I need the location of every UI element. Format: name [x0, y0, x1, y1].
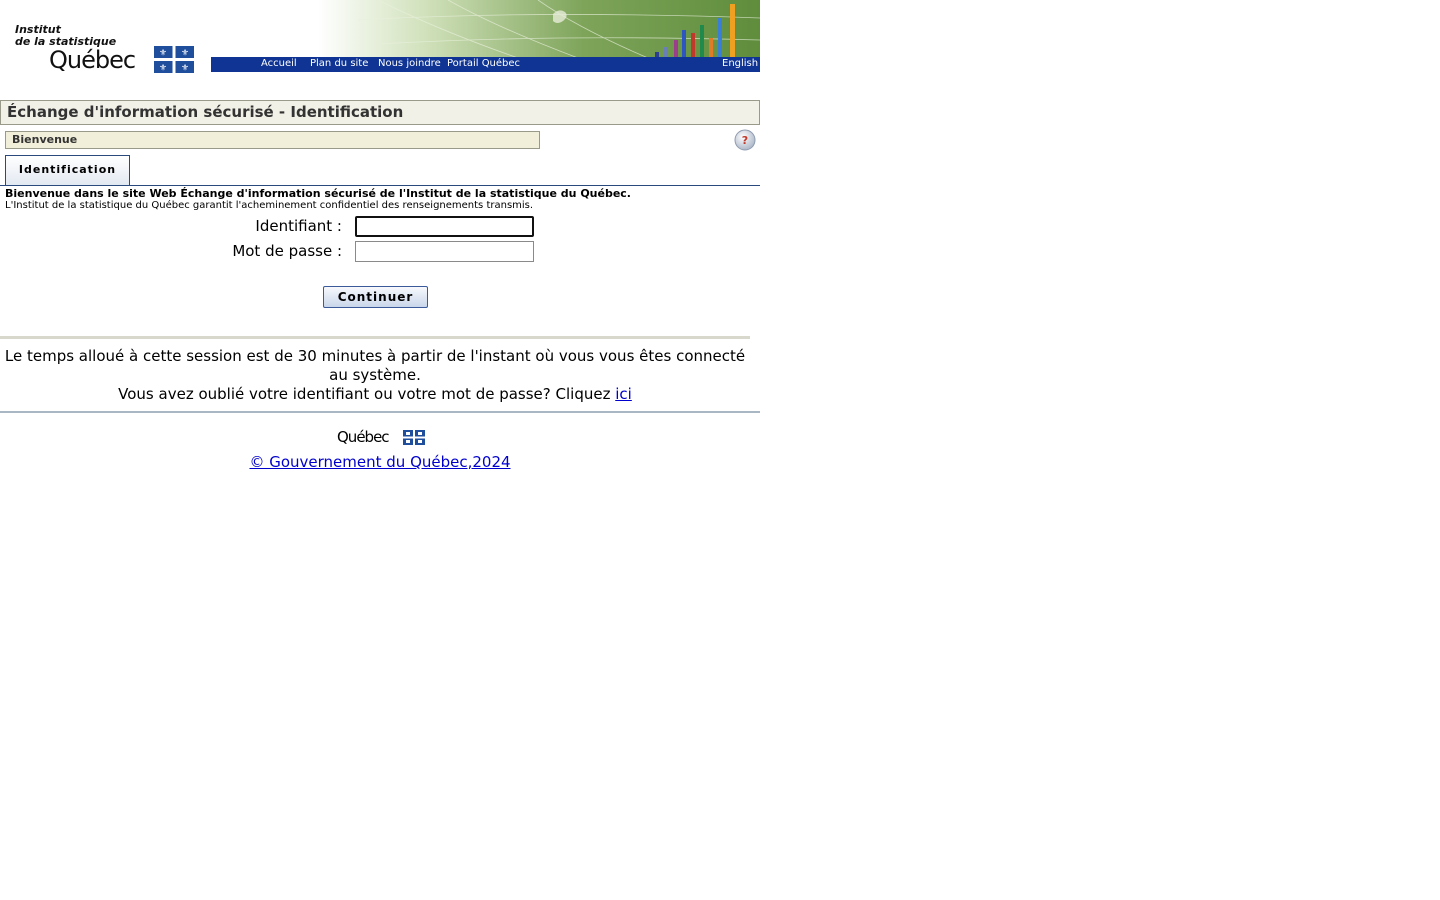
- footer-flag-icon: [403, 430, 425, 445]
- footer-quebec-logo: Québec: [337, 428, 427, 448]
- intro-confidential-text: L'Institut de la statistique du Québec g…: [5, 200, 534, 211]
- svg-text:⚜: ⚜: [181, 64, 189, 74]
- tab-identification[interactable]: Identification: [5, 155, 130, 186]
- divider-top: [0, 336, 750, 339]
- top-nav-bar: Accueil Plan du site Nous joindre Portai…: [211, 57, 760, 72]
- nav-portail-quebec-link[interactable]: Portail Québec: [447, 58, 520, 69]
- quebec-flag-icon: ⚜ ⚜ ⚜ ⚜: [154, 46, 194, 73]
- forgot-credentials-link[interactable]: ici: [615, 385, 632, 403]
- session-time-text: Le temps alloué à cette session est de 3…: [4, 347, 746, 384]
- svg-text:⚜: ⚜: [159, 49, 167, 59]
- svg-text:?: ?: [742, 134, 748, 147]
- svg-text:⚜: ⚜: [159, 64, 167, 74]
- tab-underline: [0, 185, 760, 186]
- identifiant-input[interactable]: [355, 216, 534, 237]
- isq-logo[interactable]: Institut de la statistique Québec ⚜ ⚜ ⚜ ⚜: [0, 0, 205, 90]
- nav-english-link[interactable]: English: [722, 58, 758, 69]
- site-header: Institut de la statistique Québec ⚜ ⚜ ⚜ ⚜: [0, 0, 760, 100]
- welcome-bar-label: Bienvenue: [12, 133, 78, 146]
- divider-bottom: [0, 411, 760, 413]
- nav-plan-du-site-link[interactable]: Plan du site: [310, 58, 368, 69]
- continue-button[interactable]: Continuer: [323, 286, 428, 308]
- intro-welcome-text: Bienvenue dans le site Web Échange d'inf…: [5, 187, 631, 200]
- password-input[interactable]: [355, 241, 534, 262]
- footer-quebec-wordmark: Québec: [337, 428, 390, 446]
- forgot-credentials-text: Vous avez oublié votre identifiant ou vo…: [118, 385, 611, 403]
- page-title: Échange d'information sécurisé - Identif…: [7, 103, 404, 121]
- copyright-link[interactable]: © Gouvernement du Québec,2024: [0, 453, 760, 471]
- header-banner-image: [318, 0, 760, 58]
- password-label: Mot de passe :: [232, 242, 342, 260]
- page: Institut de la statistique Québec ⚜ ⚜ ⚜ ⚜: [0, 0, 760, 471]
- forgot-credentials-line: Vous avez oublié votre identifiant ou vo…: [0, 385, 750, 404]
- identifiant-label: Identifiant :: [255, 217, 342, 235]
- help-icon[interactable]: ?: [734, 129, 756, 151]
- nav-accueil-link[interactable]: Accueil: [261, 58, 297, 69]
- nav-nous-joindre-link[interactable]: Nous joindre: [378, 58, 441, 69]
- welcome-bar: Bienvenue: [5, 131, 540, 149]
- session-info: Le temps alloué à cette session est de 3…: [0, 347, 750, 404]
- page-title-bar: Échange d'information sécurisé - Identif…: [0, 100, 760, 125]
- logo-line-3: Québec: [49, 46, 136, 74]
- svg-text:⚜: ⚜: [181, 49, 189, 59]
